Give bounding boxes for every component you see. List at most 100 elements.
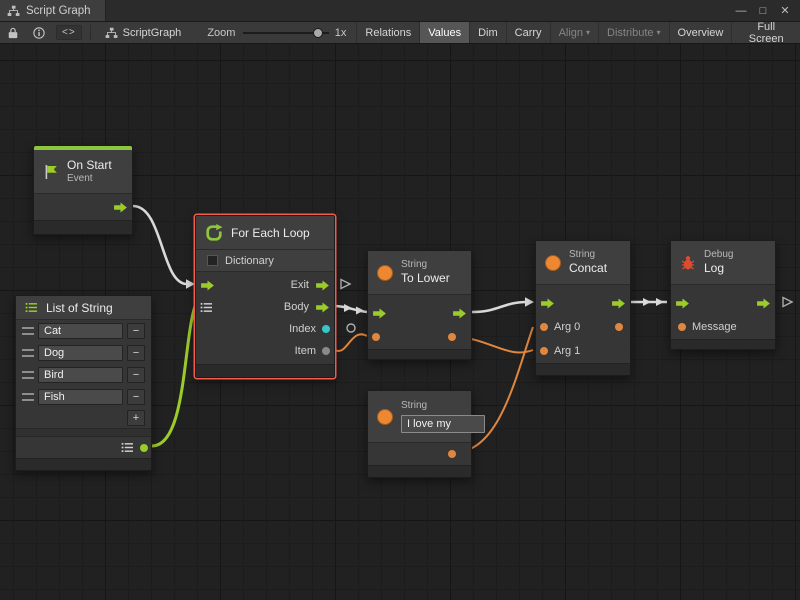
bug-icon bbox=[680, 255, 696, 271]
flow-input-port[interactable] bbox=[675, 298, 690, 309]
list-item-input[interactable] bbox=[38, 345, 123, 361]
item-output-port[interactable] bbox=[322, 347, 330, 355]
graph-selector[interactable]: ScriptGraph bbox=[95, 22, 192, 43]
index-port-unconnected[interactable] bbox=[347, 324, 355, 332]
node-string-literal[interactable]: String bbox=[367, 390, 472, 478]
titlebar: Script Graph — □ ✕ bbox=[0, 0, 800, 22]
overview-button[interactable]: Overview bbox=[669, 22, 732, 43]
flow-output-port[interactable] bbox=[611, 298, 626, 309]
zoom-slider[interactable] bbox=[243, 27, 328, 39]
list-item-input[interactable] bbox=[38, 389, 123, 405]
tab-script-graph[interactable]: Script Graph bbox=[0, 0, 106, 21]
chevron-down-icon: ▾ bbox=[657, 28, 661, 37]
port-row-index: Index bbox=[196, 318, 334, 340]
port-label: Arg 1 bbox=[554, 345, 580, 357]
flow-input-port[interactable] bbox=[540, 298, 555, 309]
list-input-port[interactable] bbox=[200, 302, 213, 313]
remove-item-button[interactable]: − bbox=[127, 345, 145, 361]
string-unit-icon bbox=[377, 409, 393, 425]
node-on-start[interactable]: On Start Event bbox=[33, 145, 133, 235]
exit-output-port[interactable] bbox=[315, 280, 330, 291]
wire-onstart-foreach[interactable] bbox=[133, 206, 187, 284]
remove-item-button[interactable]: − bbox=[127, 389, 145, 405]
flow-input-port[interactable] bbox=[200, 280, 215, 291]
index-output-port[interactable] bbox=[322, 325, 330, 333]
close-button[interactable]: ✕ bbox=[776, 4, 794, 17]
drag-handle-icon[interactable] bbox=[22, 393, 34, 401]
node-header: String To Lower bbox=[368, 251, 471, 295]
drag-handle-icon[interactable] bbox=[22, 327, 34, 335]
dictionary-checkbox[interactable] bbox=[207, 255, 218, 266]
minimize-button[interactable]: — bbox=[732, 5, 750, 17]
node-footer bbox=[671, 339, 775, 349]
node-string-to-lower[interactable]: String To Lower bbox=[367, 250, 472, 360]
string-literal-input[interactable] bbox=[401, 415, 485, 433]
node-category: String bbox=[569, 249, 607, 262]
node-string-concat[interactable]: String Concat Arg 0 Arg 1 bbox=[535, 240, 631, 376]
node-divider bbox=[16, 428, 151, 436]
node-footer bbox=[368, 349, 471, 359]
maximize-button[interactable]: □ bbox=[754, 5, 772, 17]
add-item-button[interactable]: + bbox=[127, 410, 145, 426]
remove-item-button[interactable]: − bbox=[127, 367, 145, 383]
port-rows: Exit Body Index Item bbox=[196, 272, 334, 364]
script-graph-icon bbox=[7, 5, 20, 17]
port-label: Body bbox=[284, 301, 309, 313]
node-footer bbox=[196, 364, 334, 377]
tab-label: Script Graph bbox=[26, 5, 91, 17]
add-item-row: + bbox=[16, 408, 151, 428]
toolbar-divider bbox=[90, 25, 91, 40]
node-debug-log[interactable]: Debug Log Message bbox=[670, 240, 776, 350]
remove-item-button[interactable]: − bbox=[127, 323, 145, 339]
wire-arrow bbox=[344, 304, 352, 312]
wire-tolower-concat[interactable] bbox=[472, 302, 527, 312]
node-list-of-string[interactable]: List of String − − − bbox=[15, 295, 152, 471]
string-output-port[interactable] bbox=[448, 333, 456, 341]
flow-output-port[interactable] bbox=[452, 308, 467, 319]
message-input-port[interactable] bbox=[678, 323, 686, 331]
string-output-port[interactable] bbox=[448, 450, 456, 458]
info-icon[interactable] bbox=[26, 22, 52, 43]
node-footer bbox=[16, 458, 151, 470]
log-exit-unconnected[interactable] bbox=[783, 298, 792, 307]
dim-button[interactable]: Dim bbox=[469, 22, 506, 43]
node-for-each-loop[interactable]: For Each Loop Dictionary Exit Body bbox=[195, 215, 335, 378]
list-item-input[interactable] bbox=[38, 367, 123, 383]
string-input-port[interactable] bbox=[372, 333, 380, 341]
string-unit-icon bbox=[545, 255, 561, 271]
fullscreen-button[interactable]: Full Screen bbox=[731, 22, 800, 43]
wire-item-tolower[interactable] bbox=[335, 334, 367, 351]
drag-handle-icon[interactable] bbox=[22, 349, 34, 357]
chevron-down-icon: ▾ bbox=[586, 28, 590, 37]
flow-input-port[interactable] bbox=[372, 308, 387, 319]
values-button[interactable]: Values bbox=[419, 22, 469, 43]
zoom-label: Zoom bbox=[191, 22, 243, 43]
list-item-input[interactable] bbox=[38, 323, 123, 339]
result-output-port[interactable] bbox=[615, 323, 623, 331]
flow-output-port[interactable] bbox=[756, 298, 771, 309]
node-header: On Start Event bbox=[34, 150, 132, 194]
dictionary-option-row: Dictionary bbox=[196, 250, 334, 272]
port-label: Exit bbox=[291, 279, 309, 291]
arg1-input-port[interactable] bbox=[540, 347, 548, 355]
drag-handle-icon[interactable] bbox=[22, 371, 34, 379]
wire-list-foreach[interactable] bbox=[152, 306, 195, 446]
port-row-exit: Exit bbox=[196, 274, 334, 296]
flow-output-port[interactable] bbox=[113, 202, 128, 213]
arg0-input-port[interactable] bbox=[540, 323, 548, 331]
zoom-slider-knob[interactable] bbox=[313, 28, 323, 38]
node-title: Log bbox=[704, 261, 733, 276]
list-items: − − − − + bbox=[16, 320, 151, 428]
code-icon[interactable]: <> bbox=[56, 25, 82, 40]
body-output-port[interactable] bbox=[315, 302, 330, 313]
align-button[interactable]: Align ▾ bbox=[550, 22, 598, 43]
relations-button[interactable]: Relations bbox=[356, 22, 419, 43]
lock-icon[interactable] bbox=[0, 22, 26, 43]
list-output-port[interactable] bbox=[140, 444, 148, 452]
exit-port-unconnected[interactable] bbox=[341, 280, 350, 289]
distribute-button[interactable]: Distribute ▾ bbox=[598, 22, 668, 43]
node-title: Concat bbox=[569, 261, 607, 276]
graph-selector-label: ScriptGraph bbox=[123, 27, 182, 39]
carry-button[interactable]: Carry bbox=[506, 22, 550, 43]
graph-canvas[interactable]: On Start Event List of String − bbox=[0, 44, 800, 600]
